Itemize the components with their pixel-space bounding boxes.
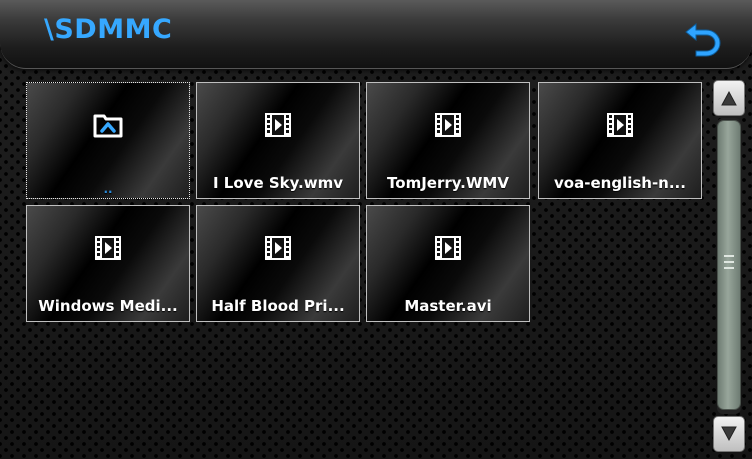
file-item-video[interactable]: Half Blood Pri... bbox=[196, 205, 360, 322]
scroll-down-button[interactable] bbox=[713, 416, 745, 452]
video-file-icon bbox=[435, 113, 461, 137]
grip-icon bbox=[724, 255, 734, 269]
file-browser-screen: \SDMMC .. I Love Sky.wmv TomJerry.WMV vo… bbox=[0, 0, 752, 459]
file-item-video[interactable]: Master.avi bbox=[366, 205, 530, 322]
file-item-label: voa-english-n... bbox=[554, 174, 686, 192]
file-item-video[interactable]: TomJerry.WMV bbox=[366, 82, 530, 199]
back-button[interactable] bbox=[682, 14, 728, 60]
file-item-video[interactable]: I Love Sky.wmv bbox=[196, 82, 360, 199]
current-path-title: \SDMMC bbox=[44, 14, 173, 45]
header-bar: \SDMMC bbox=[0, 0, 752, 69]
back-arrow-icon bbox=[685, 22, 721, 57]
scroll-up-arrow-icon bbox=[721, 90, 737, 106]
file-item-video[interactable]: voa-english-n... bbox=[538, 82, 702, 199]
scroll-down-arrow-icon bbox=[721, 426, 737, 442]
video-file-icon bbox=[265, 113, 291, 137]
file-item-parent-folder[interactable]: .. bbox=[26, 82, 190, 199]
video-file-icon bbox=[435, 236, 461, 260]
video-file-icon bbox=[95, 236, 121, 260]
file-item-label: Master.avi bbox=[404, 297, 492, 315]
file-item-label: I Love Sky.wmv bbox=[213, 174, 343, 192]
folder-up-icon bbox=[93, 114, 123, 138]
video-file-icon bbox=[265, 236, 291, 260]
file-item-label: .. bbox=[103, 182, 113, 196]
vertical-scrollbar[interactable] bbox=[711, 80, 747, 452]
scroll-thumb[interactable] bbox=[717, 120, 741, 410]
scroll-up-button[interactable] bbox=[713, 80, 745, 116]
file-item-label: Half Blood Pri... bbox=[211, 297, 345, 315]
file-item-label: Windows Medi... bbox=[38, 297, 178, 315]
file-item-label: TomJerry.WMV bbox=[387, 174, 509, 192]
video-file-icon bbox=[607, 113, 633, 137]
file-item-video[interactable]: Windows Medi... bbox=[26, 205, 190, 322]
